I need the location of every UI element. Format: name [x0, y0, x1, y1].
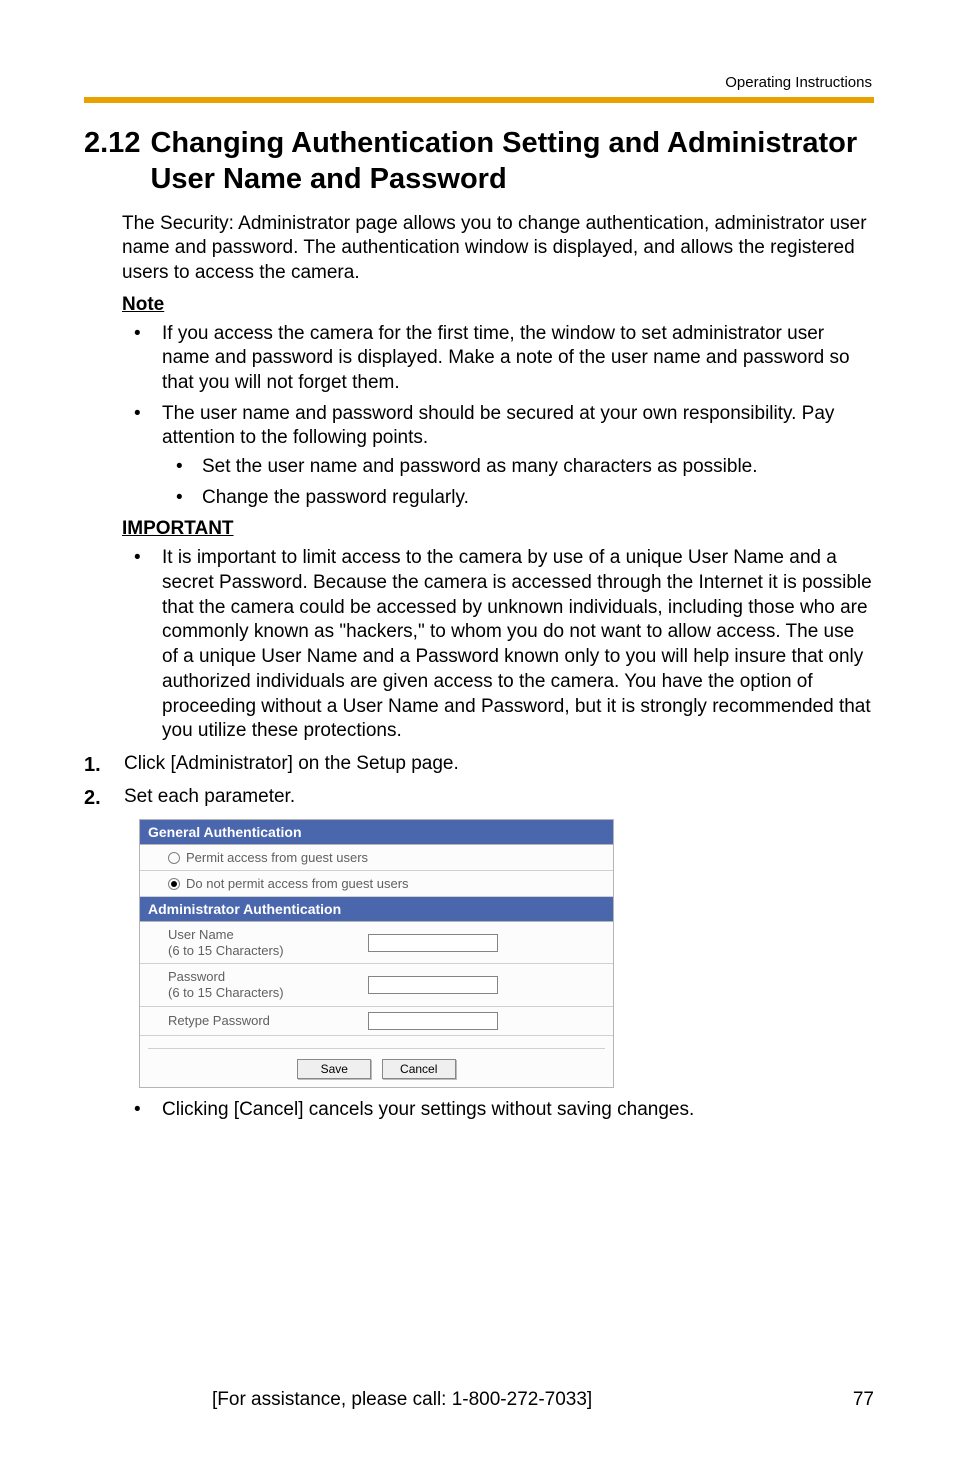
form-separator: [148, 1048, 605, 1049]
section-title: 2.12 Changing Authentication Setting and…: [84, 125, 874, 198]
page-number: 77: [853, 1389, 874, 1411]
save-button[interactable]: Save: [297, 1059, 371, 1079]
after-form-bullet: Clicking [Cancel] cancels your settings …: [122, 1098, 874, 1123]
important-item: It is important to limit access to the c…: [122, 546, 874, 744]
admin-auth-header: Administrator Authentication: [140, 897, 613, 922]
radio-deny-row[interactable]: Do not permit access from guest users: [140, 871, 613, 897]
step-text: Click [Administrator] on the Setup page.: [124, 753, 459, 774]
step-item: 1. Click [Administrator] on the Setup pa…: [84, 752, 874, 777]
after-form-list: Clicking [Cancel] cancels your settings …: [122, 1098, 874, 1123]
step-number: 1.: [84, 752, 101, 778]
settings-form: General Authentication Permit access fro…: [139, 819, 614, 1087]
note-list: If you access the camera for the first t…: [122, 322, 874, 511]
note-subitem: Change the password regularly.: [162, 486, 874, 511]
header-rule: [84, 97, 874, 103]
section-title-text: Changing Authentication Setting and Admi…: [150, 125, 874, 198]
password-label: Password (6 to 15 Characters): [168, 969, 368, 1000]
username-row: User Name (6 to 15 Characters): [140, 922, 613, 964]
note-heading: Note: [122, 294, 874, 316]
step-text: Set each parameter.: [124, 786, 295, 807]
password-input[interactable]: [368, 976, 498, 994]
username-input[interactable]: [368, 934, 498, 952]
radio-deny[interactable]: [168, 878, 180, 890]
retype-input[interactable]: [368, 1012, 498, 1030]
note-item-text: The user name and password should be sec…: [162, 403, 834, 449]
radio-permit-row[interactable]: Permit access from guest users: [140, 845, 613, 871]
radio-permit[interactable]: [168, 852, 180, 864]
step-item: 2. Set each parameter.: [84, 785, 874, 810]
password-row: Password (6 to 15 Characters): [140, 964, 613, 1006]
header-label: Operating Instructions: [84, 74, 874, 91]
radio-deny-label: Do not permit access from guest users: [186, 876, 409, 891]
note-item: If you access the camera for the first t…: [122, 322, 874, 396]
section-number: 2.12: [84, 125, 150, 198]
cancel-button[interactable]: Cancel: [382, 1059, 456, 1079]
retype-label: Retype Password: [168, 1013, 368, 1029]
username-label: User Name (6 to 15 Characters): [168, 927, 368, 958]
general-auth-header: General Authentication: [140, 820, 613, 845]
intro-paragraph: The Security: Administrator page allows …: [122, 212, 874, 286]
note-sublist: Set the user name and password as many c…: [162, 455, 874, 510]
steps-list: 1. Click [Administrator] on the Setup pa…: [84, 752, 874, 809]
assist-text: [For assistance, please call: 1-800-272-…: [212, 1389, 592, 1411]
retype-row: Retype Password: [140, 1007, 613, 1036]
note-item: The user name and password should be sec…: [122, 402, 874, 511]
page-footer: [For assistance, please call: 1-800-272-…: [0, 1389, 954, 1411]
note-subitem: Set the user name and password as many c…: [162, 455, 874, 480]
step-number: 2.: [84, 785, 101, 811]
important-heading: IMPORTANT: [122, 518, 874, 540]
radio-permit-label: Permit access from guest users: [186, 850, 368, 865]
important-list: It is important to limit access to the c…: [122, 546, 874, 744]
